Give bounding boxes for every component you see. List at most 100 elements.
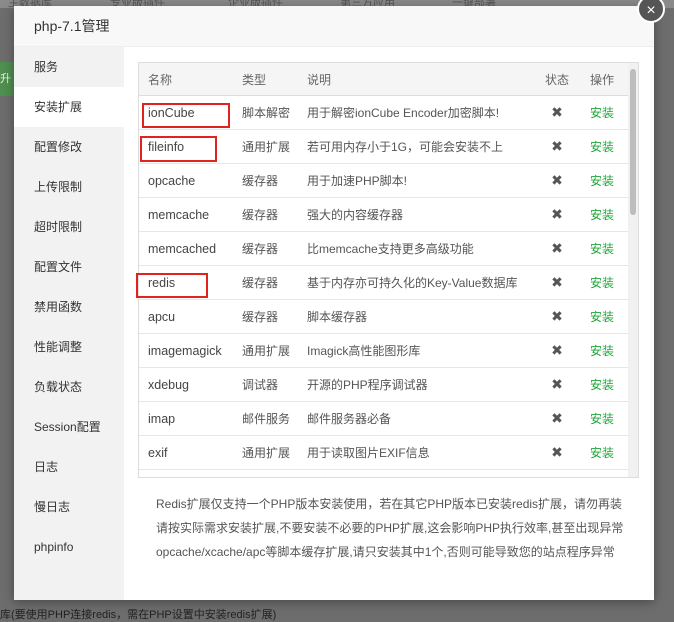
extension-description: 强大的内容缓存器: [298, 197, 538, 232]
extension-name: imagemagick: [139, 333, 233, 368]
install-button[interactable]: 安装: [590, 412, 614, 426]
sidebar-item-phpinfo[interactable]: phpinfo: [14, 527, 124, 567]
action-cell: [576, 469, 628, 477]
install-button[interactable]: 安装: [590, 446, 614, 460]
table-row: memcached 缓存器 比memcache支持更多高级功能 ✖ 安装: [139, 231, 628, 266]
status-not-installed-icon: [538, 469, 576, 477]
extension-name: exif: [139, 435, 233, 470]
extension-description: Imagick高性能图形库: [298, 333, 538, 368]
status-not-installed-icon: ✖: [538, 299, 576, 334]
extension-name: memcache: [139, 197, 233, 232]
install-button[interactable]: 安装: [590, 310, 614, 324]
sidebar-item-log[interactable]: 日志: [14, 447, 124, 487]
extension-name: opcache: [139, 163, 233, 198]
extension-description: [298, 469, 538, 477]
table-row: apcu 缓存器 脚本缓存器 ✖ 安装: [139, 299, 628, 334]
sidebar-item-install-extensions[interactable]: 安装扩展: [14, 87, 124, 127]
sidebar-item-session-config[interactable]: Session配置: [14, 407, 124, 447]
action-cell: 安装: [576, 333, 628, 368]
action-cell: 安装: [576, 299, 628, 334]
action-cell: 安装: [576, 231, 628, 266]
sidebar-item-timeout-limit[interactable]: 超时限制: [14, 207, 124, 247]
extension-type: 缓存器: [233, 299, 298, 334]
extension-type: 脚本解密: [233, 95, 298, 130]
table-scrollbar[interactable]: [628, 63, 638, 477]
table-row: ionCube 脚本解密 用于解密ionCube Encoder加密脚本! ✖ 安装: [139, 95, 628, 130]
table-row: exif 通用扩展 用于读取图片EXIF信息 ✖ 安装: [139, 435, 628, 470]
table-row: redis 缓存器 基于内存亦可持久化的Key-Value数据库 ✖ 安装: [139, 265, 628, 300]
extension-description: 基于内存亦可持久化的Key-Value数据库: [298, 265, 538, 300]
extension-description: 开源的PHP程序调试器: [298, 367, 538, 402]
install-button[interactable]: 安装: [590, 106, 614, 120]
column-header-type: 类型: [233, 63, 298, 96]
table-row: imagemagick 通用扩展 Imagick高性能图形库 ✖ 安装: [139, 333, 628, 368]
column-header-description: 说明: [298, 63, 538, 96]
extension-type: 缓存器: [233, 265, 298, 300]
extension-type: 通用扩展: [233, 435, 298, 470]
extension-type: 通用扩展: [233, 333, 298, 368]
close-dialog-button[interactable]: ×: [637, 0, 665, 23]
action-cell: 安装: [576, 435, 628, 470]
extension-name: imap: [139, 401, 233, 436]
sidebar-item-service[interactable]: 服务: [14, 47, 124, 87]
install-button[interactable]: 安装: [590, 378, 614, 392]
status-not-installed-icon: ✖: [538, 197, 576, 232]
install-button[interactable]: 安装: [590, 174, 614, 188]
extension-type: 调试器: [233, 367, 298, 402]
extension-type: 缓存器: [233, 197, 298, 232]
sidebar-item-upload-limit[interactable]: 上传限制: [14, 167, 124, 207]
action-cell: 安装: [576, 265, 628, 300]
sidebar-item-config-edit[interactable]: 配置修改: [14, 127, 124, 167]
sidebar: 服务 安装扩展 配置修改 上传限制 超时限制 配置文件 禁用函数 性能调整 负载…: [14, 47, 124, 600]
close-icon: ×: [646, 2, 656, 19]
extension-name: memcached: [139, 231, 233, 266]
extension-name: apcu: [139, 299, 233, 334]
extension-name: ionCube: [139, 95, 233, 130]
install-button[interactable]: 安装: [590, 344, 614, 358]
extension-type: 邮件服务: [233, 401, 298, 436]
column-header-status: 状态: [538, 63, 576, 96]
extension-name: xdebug: [139, 367, 233, 402]
extensions-table-container: 名称 类型 说明 状态 操作 ionCube 脚本解密 用于解密ionCube En…: [138, 62, 639, 478]
action-cell: 安装: [576, 95, 628, 130]
column-header-name: 名称: [139, 63, 233, 96]
action-cell: 安装: [576, 129, 628, 164]
extension-description: 邮件服务器必备: [298, 401, 538, 436]
sidebar-item-config-file[interactable]: 配置文件: [14, 247, 124, 287]
sidebar-item-performance[interactable]: 性能调整: [14, 327, 124, 367]
status-not-installed-icon: ✖: [538, 129, 576, 164]
extension-type: 缓存器: [233, 231, 298, 266]
table-row: imap 邮件服务 邮件服务器必备 ✖ 安装: [139, 401, 628, 436]
extension-description: 用于解密ionCube Encoder加密脚本!: [298, 95, 538, 130]
status-not-installed-icon: ✖: [538, 231, 576, 266]
action-cell: 安装: [576, 401, 628, 436]
extension-description: 用于加速PHP脚本!: [298, 163, 538, 198]
php-manager-dialog: php-7.1管理 服务 安装扩展 配置修改 上传限制 超时限制 配置文件 禁用…: [14, 6, 654, 600]
table-row: xdebug 调试器 开源的PHP程序调试器 ✖ 安装: [139, 367, 628, 402]
note-item: Redis扩展仅支持一个PHP版本安装使用，若在其它PHP版本已安装redis扩…: [156, 492, 636, 516]
sidebar-item-disabled-functions[interactable]: 禁用函数: [14, 287, 124, 327]
note-item: 请按实际需求安装扩展,不要安装不必要的PHP扩展,这会影响PHP执行效率,甚至出…: [156, 516, 636, 540]
note-item: opcache/xcache/apc等脚本缓存扩展,请只安装其中1个,否则可能导…: [156, 540, 636, 564]
extension-type: [233, 469, 298, 477]
action-cell: 安装: [576, 197, 628, 232]
extension-description: 脚本缓存器: [298, 299, 538, 334]
scrollbar-thumb[interactable]: [630, 69, 636, 215]
status-not-installed-icon: ✖: [538, 95, 576, 130]
extension-description: 比memcache支持更多高级功能: [298, 231, 538, 266]
install-button[interactable]: 安装: [590, 140, 614, 154]
column-header-action: 操作: [576, 63, 628, 96]
status-not-installed-icon: ✖: [538, 435, 576, 470]
install-button[interactable]: 安装: [590, 276, 614, 290]
install-button[interactable]: 安装: [590, 208, 614, 222]
table-row: [139, 469, 628, 477]
action-cell: 安装: [576, 367, 628, 402]
sidebar-item-slow-log[interactable]: 慢日志: [14, 487, 124, 527]
status-not-installed-icon: ✖: [538, 401, 576, 436]
status-not-installed-icon: ✖: [538, 333, 576, 368]
table-header-row: 名称 类型 说明 状态 操作: [139, 63, 628, 96]
sidebar-item-load-status[interactable]: 负载状态: [14, 367, 124, 407]
table-row: opcache 缓存器 用于加速PHP脚本! ✖ 安装: [139, 163, 628, 198]
install-button[interactable]: 安装: [590, 242, 614, 256]
table-row: memcache 缓存器 强大的内容缓存器 ✖ 安装: [139, 197, 628, 232]
